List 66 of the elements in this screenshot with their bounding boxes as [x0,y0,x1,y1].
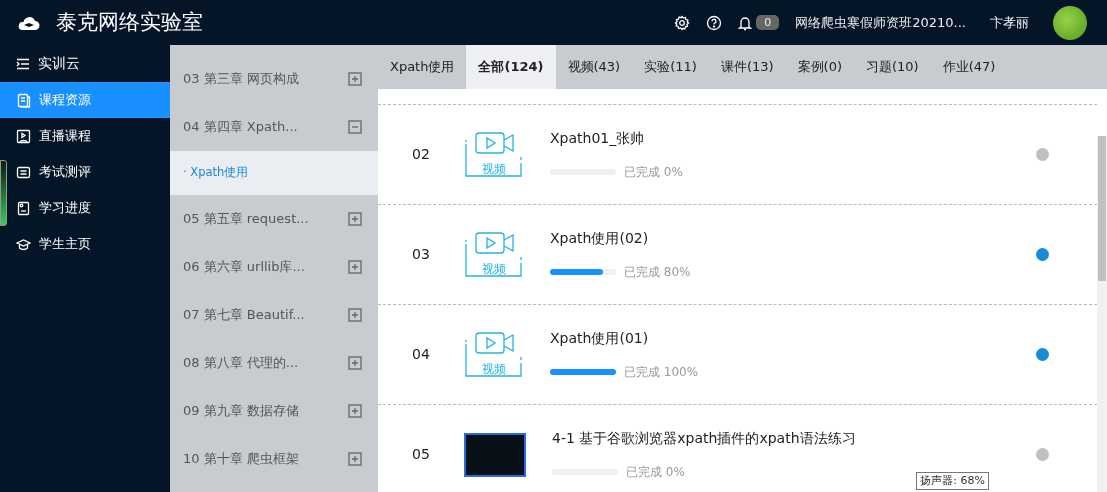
expand-icon[interactable] [348,404,362,418]
chapter-item[interactable]: 08 第八章 代理的... [183,353,299,373]
type-label: 视频 [481,260,507,278]
document-icon [16,164,31,180]
volume-tooltip: 扬声器: 68% [916,471,989,490]
video-camera-icon [464,229,524,280]
sidebar-item[interactable]: 考试测评 [0,154,170,190]
user-avatar[interactable] [1053,5,1087,40]
tab[interactable]: 视频(43) [555,45,633,89]
progress-text: 已完成 80% [624,264,691,281]
scrollbar-thumb[interactable] [1098,136,1106,281]
sidebar-item[interactable]: 学习进度 [0,190,170,226]
item-number: 03 [412,245,431,264]
resource-title[interactable]: Xpath使用(01) [550,328,1036,349]
tab[interactable]: 课件(13) [708,45,786,89]
progress-text: 已完成 0% [626,464,685,481]
sidebar-item[interactable]: 学生主页 [0,226,170,262]
item-number: 02 [412,145,431,164]
cloud-logo-icon [16,14,40,31]
expand-icon[interactable] [348,212,362,226]
screenshot-thumbnail [464,432,526,477]
video-camera-icon [464,329,524,380]
settings-icon[interactable] [674,14,691,31]
type-label: 视频 [481,360,507,378]
progress-text: 已完成 100% [624,364,699,381]
bell-icon[interactable] [738,14,753,31]
graduation-cap-icon [16,236,31,252]
resource-title[interactable]: Xpath使用(02) [550,228,1036,249]
tab[interactable]: 案例(0) [785,45,854,89]
collapse-icon[interactable] [348,120,362,134]
volume-popup [0,160,7,226]
expand-icon[interactable] [348,72,362,86]
expand-icon[interactable] [348,260,362,274]
expand-icon[interactable] [348,452,362,466]
class-name-link[interactable]: 网络爬虫寒假师资班20210... [795,12,966,33]
chapter-item[interactable]: 05 第五章 request... [183,209,309,229]
resource-title[interactable]: 4-1 基于谷歌浏览器xpath插件的xpath语法练习 [552,428,1036,449]
tab[interactable]: 作业(47) [930,45,1008,89]
chapter-item[interactable]: 06 第六章 urllib库... [183,257,305,277]
sidebar-item[interactable]: 直播课程 [0,118,170,154]
user-name[interactable]: 卞孝丽 [990,12,1029,33]
menu-icon[interactable] [16,57,30,70]
resource-title[interactable]: Xpath01_张帅 [550,128,1036,149]
video-camera-icon [464,129,524,180]
app-title: 泰克网络实验室 [56,8,203,36]
help-icon[interactable] [706,14,723,31]
item-number: 05 [412,445,431,464]
document-icon [16,200,31,216]
notification-count: 0 [756,15,780,30]
tab[interactable]: 实验(11) [632,45,709,89]
chapter-item[interactable]: 10 第十章 爬虫框架 [183,449,299,469]
chapter-item[interactable]: 09 第九章 数据存储 [183,401,299,421]
tab[interactable]: 全部(124) [466,45,556,89]
expand-icon[interactable] [348,356,362,370]
document-icon [16,92,31,108]
video-icon [16,128,31,144]
progress-text: 已完成 0% [624,164,683,181]
chapter-item[interactable]: 03 第三章 网页构成 [183,69,299,89]
chapter-item[interactable]: 04 第四章 Xpath... [183,117,298,137]
item-number: 04 [412,345,431,364]
tab[interactable]: 习题(10) [854,45,931,89]
type-label: 视频 [481,160,507,178]
sidebar-title: 实训云 [38,54,80,73]
tab[interactable]: Xpath使用 [378,45,467,89]
chapter-item[interactable]: 07 第七章 Beautif... [183,305,305,325]
expand-icon[interactable] [348,308,362,322]
